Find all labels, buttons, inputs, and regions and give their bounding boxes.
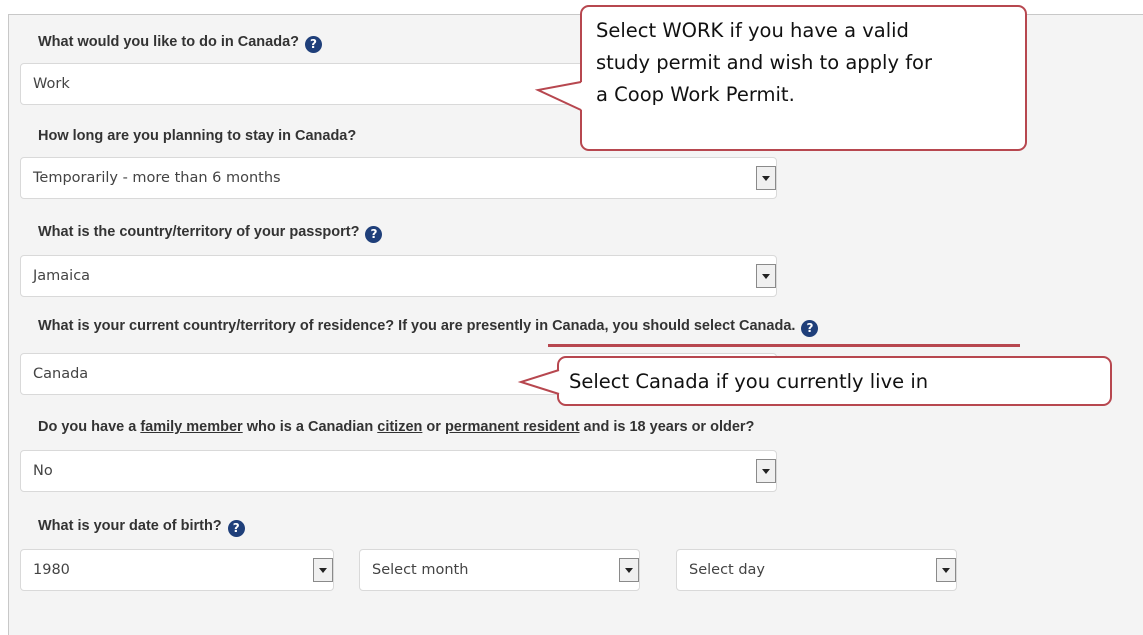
question-family-text: and is 18 years or older?	[579, 419, 755, 435]
question-birth-text: What is your date of birth?	[38, 518, 222, 534]
birth-day-value: Select day	[689, 562, 766, 578]
question-family-text: Do you have a	[38, 419, 141, 435]
question-duration-text: How long are you planning to stay in Can…	[38, 128, 357, 144]
question-family-text: who is a Canadian	[242, 419, 378, 435]
question-residence-label: What is your current country/territory o…	[38, 318, 819, 337]
chevron-down-icon[interactable]	[619, 558, 639, 582]
birth-day-select[interactable]: Select day	[676, 549, 957, 591]
callout-work-line: study permit and wish to apply for	[596, 51, 933, 74]
question-birth-label: What is your date of birth??	[38, 518, 245, 537]
chevron-down-icon[interactable]	[756, 459, 776, 483]
residence-select-value: Canada	[33, 366, 89, 382]
help-icon[interactable]: ?	[801, 320, 819, 337]
callout-work: Select WORK if you have a valid study pe…	[580, 5, 1027, 151]
chevron-down-icon[interactable]	[936, 558, 956, 582]
callout-canada-pointer	[517, 369, 560, 395]
question-passport-label: What is the country/territory of your pa…	[38, 224, 383, 243]
help-icon[interactable]: ?	[365, 226, 383, 243]
callout-canada-text: Select Canada if you currently live in	[569, 370, 929, 393]
question-duration-label: How long are you planning to stay in Can…	[38, 128, 356, 144]
chevron-down-icon[interactable]	[756, 264, 776, 288]
highlight-underline	[548, 344, 1020, 347]
duration-select[interactable]: Temporarily - more than 6 months	[20, 157, 777, 199]
birth-year-select[interactable]: 1980	[20, 549, 334, 591]
family-select[interactable]: No	[20, 450, 777, 492]
citizen-link[interactable]: citizen	[377, 419, 422, 435]
help-icon[interactable]: ?	[305, 36, 322, 53]
question-family-label: Do you have a family member who is a Can…	[38, 419, 754, 435]
callout-canada: Select Canada if you currently live in	[557, 356, 1112, 406]
birth-month-value: Select month	[372, 562, 469, 578]
family-member-link[interactable]: family member	[140, 419, 242, 435]
question-activity-label: What would you like to do in Canada??	[38, 34, 322, 53]
chevron-down-icon[interactable]	[756, 166, 776, 190]
question-residence-text: What is your current country/territory o…	[38, 318, 386, 334]
passport-select-value: Jamaica	[33, 268, 91, 284]
passport-select[interactable]: Jamaica	[20, 255, 777, 297]
question-activity-text: What would you like to do in Canada?	[38, 34, 299, 50]
callout-work-line: Select WORK if you have a valid	[596, 19, 909, 42]
chevron-down-icon[interactable]	[313, 558, 333, 582]
birth-year-value: 1980	[33, 562, 70, 578]
question-residence-hint: ? If you are presently in Canada, you sh…	[385, 318, 796, 334]
callout-work-line: a Coop Work Permit.	[596, 83, 795, 106]
activity-select-value: Work	[33, 76, 70, 92]
callout-work-pointer	[534, 81, 582, 111]
help-icon[interactable]: ?	[227, 520, 245, 537]
family-select-value: No	[33, 463, 53, 479]
duration-select-value: Temporarily - more than 6 months	[33, 170, 281, 186]
question-family-text: or	[422, 419, 445, 435]
birth-month-select[interactable]: Select month	[359, 549, 640, 591]
permanent-resident-link[interactable]: permanent resident	[445, 419, 580, 435]
question-passport-text: What is the country/territory of your pa…	[38, 224, 360, 240]
